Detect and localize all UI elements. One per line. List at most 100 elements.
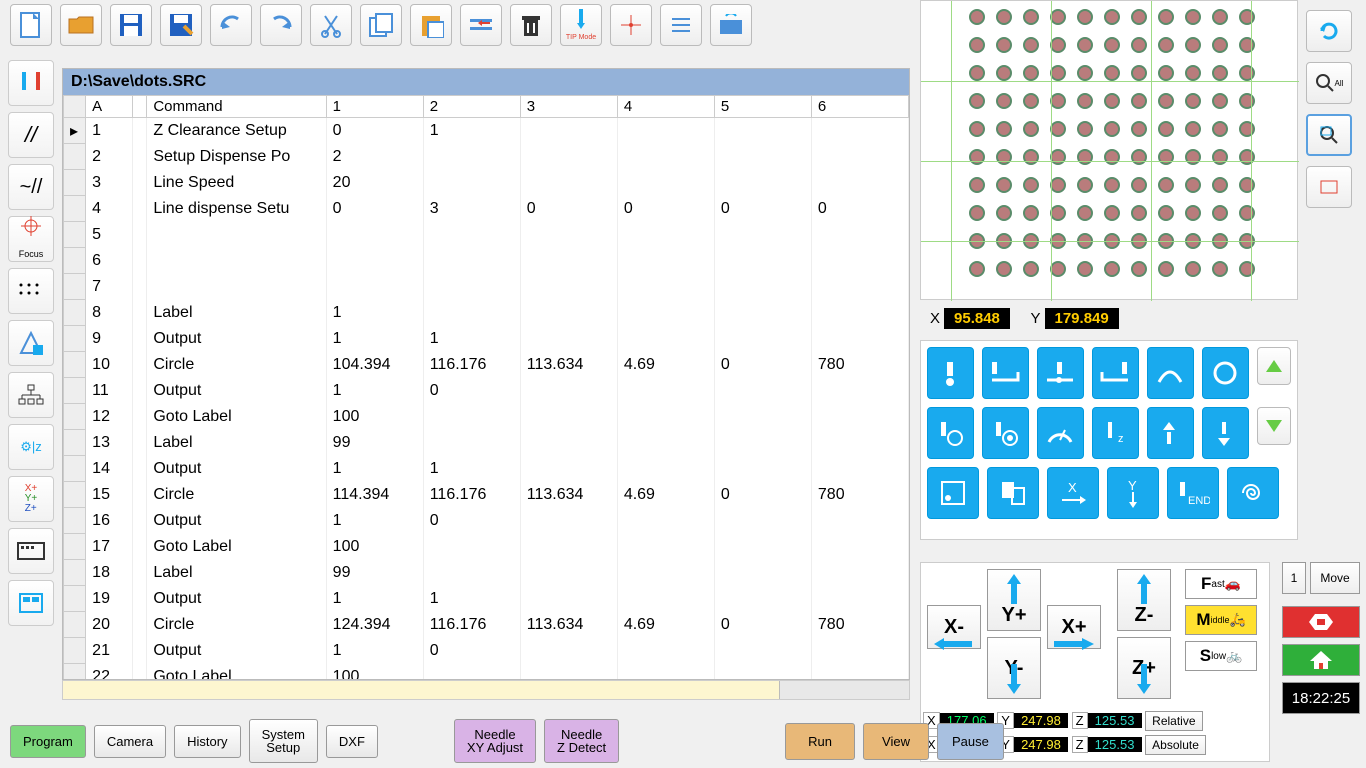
speed-fast-button[interactable]: Fast 🚗	[1185, 569, 1257, 599]
relative-button[interactable]: Relative	[1145, 711, 1202, 731]
table-row[interactable]: 21Output10	[64, 638, 909, 664]
refresh-view-button[interactable]	[1306, 10, 1352, 52]
dot-pattern-button[interactable]	[8, 268, 54, 314]
undo-button[interactable]	[210, 4, 252, 46]
z-clearance-button[interactable]: z	[1092, 407, 1139, 459]
jog-z-plus-button[interactable]: Z+	[1117, 637, 1171, 699]
tip-mode-button[interactable]: TIP Mode	[560, 4, 602, 46]
table-row[interactable]: 10Circle104.394116.176113.6344.690780	[64, 352, 909, 378]
fiducial-button[interactable]	[927, 467, 979, 519]
layout-button[interactable]	[8, 580, 54, 626]
line-passing-button[interactable]	[1037, 347, 1084, 399]
line-setup-button[interactable]	[982, 407, 1029, 459]
spiral-button[interactable]	[1227, 467, 1279, 519]
zoom-all-button[interactable]: All	[1306, 62, 1352, 104]
dummy-button[interactable]	[1202, 407, 1249, 459]
table-row[interactable]: 22Goto Label100	[64, 664, 909, 680]
copy-button[interactable]	[360, 4, 402, 46]
arc-button[interactable]	[1147, 347, 1194, 399]
history-tab-button[interactable]: History	[174, 725, 240, 758]
focus-button[interactable]: Focus	[8, 216, 54, 262]
rect-select-button[interactable]	[1306, 166, 1352, 208]
table-scroll[interactable]: ACommand123456 ▸1Z Clearance Setup012Set…	[63, 95, 909, 679]
jog-z-minus-button[interactable]: Z-	[1117, 569, 1171, 631]
list-button[interactable]	[660, 4, 702, 46]
table-row[interactable]: 4Line dispense Setu030000	[64, 196, 909, 222]
pause-button[interactable]: Pause	[937, 723, 1004, 760]
y-offset-button[interactable]: Y	[1107, 467, 1159, 519]
step-repeat-button[interactable]	[987, 467, 1039, 519]
scroll-up-button[interactable]	[1257, 347, 1291, 385]
line-end-button[interactable]	[1092, 347, 1139, 399]
circle-button[interactable]	[1202, 347, 1249, 399]
absolute-button[interactable]: Absolute	[1145, 735, 1206, 755]
table-row[interactable]: 8Label1	[64, 300, 909, 326]
redo-button[interactable]	[260, 4, 302, 46]
center-button[interactable]	[610, 4, 652, 46]
preview-panel[interactable]	[920, 0, 1298, 300]
stop-button[interactable]	[1282, 606, 1360, 638]
view-button[interactable]: View	[863, 723, 929, 760]
table-row[interactable]: 5	[64, 222, 909, 248]
home-button[interactable]	[1282, 644, 1360, 676]
run-button[interactable]: Run	[785, 723, 855, 760]
dispense-dot-button[interactable]	[927, 347, 974, 399]
jog-y-plus-button[interactable]: Y+	[987, 569, 1041, 631]
speed-button[interactable]	[1037, 407, 1084, 459]
table-row[interactable]: ▸1Z Clearance Setup01	[64, 118, 909, 144]
xyz-offset-button[interactable]: X+Y+Z+	[8, 476, 54, 522]
save-button[interactable]	[110, 4, 152, 46]
table-row[interactable]: 18Label99	[64, 560, 909, 586]
line-start-button[interactable]	[982, 347, 1029, 399]
table-row[interactable]: 20Circle124.394116.176113.6344.690780	[64, 612, 909, 638]
table-row[interactable]: 17Goto Label100	[64, 534, 909, 560]
retract-button[interactable]	[1147, 407, 1194, 459]
table-row[interactable]: 11Output10	[64, 378, 909, 404]
table-row[interactable]: 13Label99	[64, 430, 909, 456]
screen-button[interactable]	[710, 4, 752, 46]
move-button[interactable]: Move	[1310, 562, 1360, 594]
table-row[interactable]: 12Goto Label100	[64, 404, 909, 430]
keyboard-button[interactable]	[8, 528, 54, 574]
z-setup-button[interactable]: ⚙|z	[8, 424, 54, 470]
tree-button[interactable]	[8, 372, 54, 418]
table-row[interactable]: 2Setup Dispense Po2	[64, 144, 909, 170]
needle-z-button[interactable]: Needle Z Detect	[544, 719, 619, 763]
needle-xy-button[interactable]: Needle XY Adjust	[454, 719, 536, 763]
insert-button[interactable]	[460, 4, 502, 46]
save-as-button[interactable]	[160, 4, 202, 46]
paste-button[interactable]	[410, 4, 452, 46]
x-offset-button[interactable]: X	[1047, 467, 1099, 519]
cut-button[interactable]	[310, 4, 352, 46]
scroll-down-button[interactable]	[1257, 407, 1291, 445]
new-file-button[interactable]	[10, 4, 52, 46]
table-row[interactable]: 6	[64, 248, 909, 274]
table-row[interactable]: 7	[64, 274, 909, 300]
jog-x-plus-button[interactable]: X+	[1047, 605, 1101, 649]
parallel-lines-button[interactable]: //	[8, 112, 54, 158]
table-row[interactable]: 3Line Speed20	[64, 170, 909, 196]
table-row[interactable]: 14Output11	[64, 456, 909, 482]
delete-button[interactable]	[510, 4, 552, 46]
dxf-button[interactable]: DXF	[326, 725, 378, 758]
program-table[interactable]: ACommand123456 ▸1Z Clearance Setup012Set…	[63, 95, 909, 679]
needle-tool-button[interactable]	[8, 60, 54, 106]
speed-middle-button[interactable]: Middle🛵	[1185, 605, 1257, 635]
table-row[interactable]: 16Output10	[64, 508, 909, 534]
wave-lines-button[interactable]: ~//	[8, 164, 54, 210]
table-row[interactable]: 15Circle114.394116.176113.6344.690780	[64, 482, 909, 508]
end-program-button[interactable]: END	[1167, 467, 1219, 519]
program-tab-button[interactable]: Program	[10, 725, 86, 758]
measure-button[interactable]	[8, 320, 54, 366]
open-file-button[interactable]	[60, 4, 102, 46]
table-row[interactable]: 9Output11	[64, 326, 909, 352]
system-setup-button[interactable]: System Setup	[249, 719, 318, 763]
move-step-input[interactable]: 1	[1282, 562, 1306, 594]
dispense-setup-button[interactable]	[927, 407, 974, 459]
zoom-window-button[interactable]	[1306, 114, 1352, 156]
speed-slow-button[interactable]: Slow 🚲	[1185, 641, 1257, 671]
table-row[interactable]: 19Output11	[64, 586, 909, 612]
jog-y-minus-button[interactable]: Y-	[987, 637, 1041, 699]
horizontal-scrollbar[interactable]	[62, 680, 910, 700]
jog-x-minus-button[interactable]: X-	[927, 605, 981, 649]
